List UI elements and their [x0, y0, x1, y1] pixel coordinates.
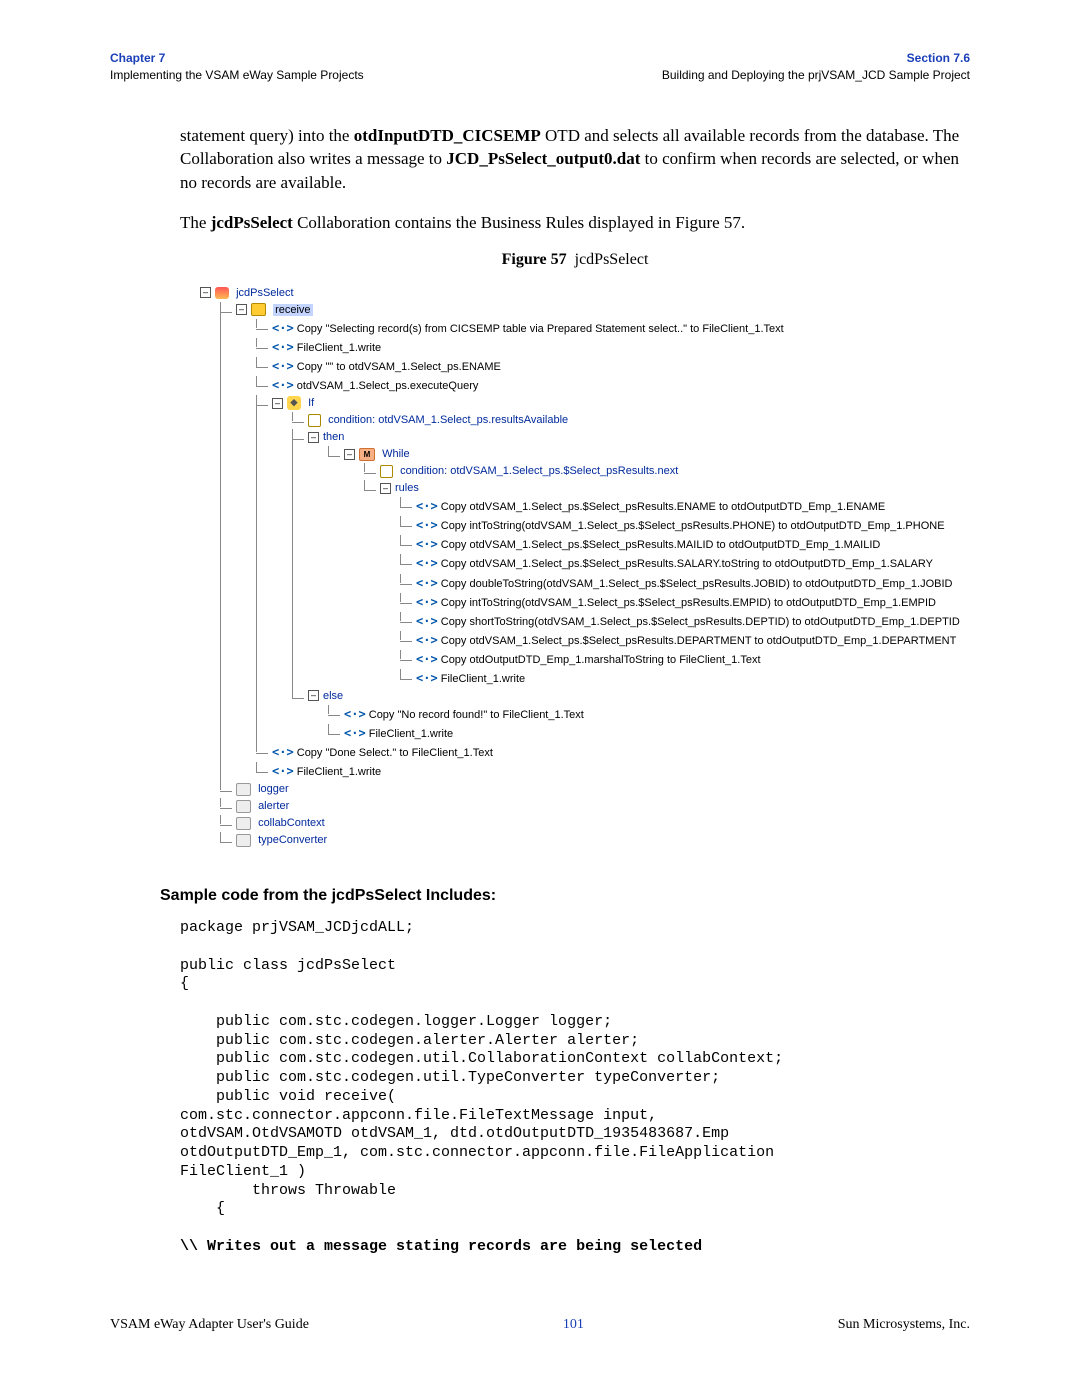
rule-icon: <·>	[416, 633, 438, 647]
page-number: 101	[563, 1317, 584, 1333]
section-label: Section 7.6	[662, 50, 970, 67]
business-rules-tree: – jcdPsSelect – receive <·> Copy "Select…	[180, 279, 970, 855]
figure-caption: Figure 57 jcdPsSelect	[180, 251, 970, 269]
folder-icon	[251, 303, 266, 316]
rule-icon: <·>	[416, 652, 438, 666]
rule-icon: <·>	[416, 671, 438, 685]
condition-icon	[308, 414, 321, 427]
rule-icon: <·>	[416, 614, 438, 628]
rule-icon: <·>	[344, 707, 366, 721]
page-footer: VSAM eWay Adapter User's Guide 101 Sun M…	[110, 1317, 970, 1333]
collapse-icon[interactable]: –	[272, 398, 283, 409]
chapter-label: Chapter 7	[110, 50, 364, 67]
chapter-title: Implementing the VSAM eWay Sample Projec…	[110, 67, 364, 84]
paragraph-1: statement query) into the otdInputDTD_CI…	[180, 124, 970, 195]
rule-icon: <·>	[272, 359, 294, 373]
rule-icon: <·>	[416, 595, 438, 609]
while-icon: M	[359, 448, 375, 461]
code-blank	[180, 1219, 970, 1238]
collapse-icon[interactable]: –	[308, 432, 319, 443]
rule-icon: <·>	[272, 321, 294, 335]
rule-icon: <·>	[272, 378, 294, 392]
tree-root: jcdPsSelect	[236, 287, 293, 299]
object-icon	[236, 834, 251, 847]
collapse-icon[interactable]: –	[200, 287, 211, 298]
rule-icon: <·>	[416, 556, 438, 570]
collapse-icon[interactable]: –	[380, 483, 391, 494]
collapse-icon[interactable]: –	[308, 690, 319, 701]
rule-icon: <·>	[272, 764, 294, 778]
object-icon	[236, 783, 251, 796]
collapse-icon[interactable]: –	[344, 449, 355, 460]
rule-icon: <·>	[416, 576, 438, 590]
rule-icon: <·>	[416, 537, 438, 551]
code-comment: \\ Writes out a message stating records …	[180, 1238, 970, 1257]
if-icon: ◆	[287, 396, 301, 410]
code-block: package prjVSAM_JCDjcdALL; public class …	[180, 919, 970, 1219]
code-sample-heading: Sample code from the jcdPsSelect Include…	[160, 887, 970, 905]
page-header: Chapter 7 Implementing the VSAM eWay Sam…	[110, 50, 970, 84]
object-icon	[236, 800, 251, 813]
root-icon	[215, 287, 229, 299]
rule-icon: <·>	[272, 340, 294, 354]
rule-icon: <·>	[416, 518, 438, 532]
rule-icon: <·>	[272, 745, 294, 759]
section-title: Building and Deploying the prjVSAM_JCD S…	[662, 67, 970, 84]
condition-icon	[380, 465, 393, 478]
object-icon	[236, 817, 251, 830]
footer-right: Sun Microsystems, Inc.	[838, 1317, 970, 1333]
paragraph-2: The jcdPsSelect Collaboration contains t…	[180, 211, 970, 235]
footer-left: VSAM eWay Adapter User's Guide	[110, 1317, 309, 1333]
tree-receive[interactable]: receive	[273, 304, 312, 316]
collapse-icon[interactable]: –	[236, 304, 247, 315]
rule-icon: <·>	[344, 726, 366, 740]
rule-icon: <·>	[416, 499, 438, 513]
